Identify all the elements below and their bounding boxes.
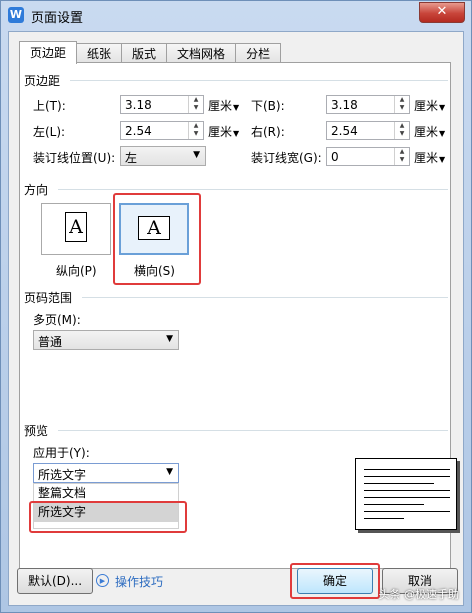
spinner-arrows[interactable]: ▲ ▼ — [188, 122, 203, 139]
right-margin-label: 右(R): — [251, 125, 285, 139]
preview-line — [364, 511, 450, 512]
margins-panel: 页边距 上(T): 3.18 ▲ ▼ 厘米▼ 下(B): 3.18 ▲ ▼ 厘米▼ … — [19, 62, 457, 569]
multi-page-select[interactable]: 普通 ▼ — [33, 330, 179, 350]
tab-paper[interactable]: 纸张 — [76, 43, 123, 64]
dialog-client: 页边距 纸张 版式 文档网格 分栏 页边距 上(T): 3.18 ▲ ▼ 厘米▼ … — [8, 31, 464, 606]
apply-to-label: 应用于(Y): — [33, 446, 90, 460]
top-margin-label: 上(T): — [33, 99, 66, 113]
page-range-section-title: 页码范围 — [24, 291, 73, 305]
preview-line — [364, 490, 450, 491]
left-margin-value: 2.54 — [125, 124, 152, 138]
chevron-down-icon: ▼ — [166, 334, 173, 344]
watermark-text: 头条 @极速手助 — [378, 588, 460, 601]
section-divider — [70, 80, 448, 81]
gutter-width-value: 0 — [331, 150, 339, 164]
tips-link[interactable]: 操作技巧 — [115, 573, 163, 590]
tab-margins[interactable]: 页边距 — [19, 41, 78, 64]
preview-section-title: 预览 — [24, 424, 49, 438]
portrait-page-icon: A — [65, 212, 87, 242]
top-margin-unit[interactable]: 厘米▼ — [208, 97, 239, 114]
right-margin-unit[interactable]: 厘米▼ — [414, 123, 445, 140]
multi-page-label: 多页(M): — [33, 313, 81, 327]
landscape-highlight-box — [113, 193, 201, 285]
gutter-position-select[interactable]: 左 ▼ — [120, 146, 206, 166]
left-margin-label: 左(L): — [33, 125, 66, 139]
bottom-margin-unit[interactable]: 厘米▼ — [414, 97, 445, 114]
preview-thumbnail — [355, 458, 457, 530]
tab-layout[interactable]: 版式 — [121, 43, 168, 64]
spinner-arrows[interactable]: ▲ ▼ — [394, 122, 409, 139]
preview-line — [364, 497, 450, 498]
dialog-title: 页面设置 — [31, 11, 84, 26]
portrait-label[interactable]: 纵向(P) — [56, 262, 97, 279]
chevron-down-icon: ▼ — [166, 467, 173, 477]
bottom-margin-label: 下(B): — [251, 99, 285, 113]
portrait-option[interactable]: A — [41, 203, 111, 255]
bottom-margin-spinner[interactable]: 3.18 ▲ ▼ — [326, 95, 410, 114]
selection-highlight-box — [29, 501, 187, 533]
tab-columns[interactable]: 分栏 — [235, 43, 282, 64]
wps-app-icon: W — [8, 7, 24, 23]
ok-highlight-box — [290, 563, 380, 599]
tab-bar: 页边距 纸张 版式 文档网格 分栏 — [19, 41, 282, 64]
apply-to-value: 所选文字 — [38, 468, 87, 482]
chevron-down-icon: ▼ — [193, 150, 200, 160]
play-icon[interactable]: ▶ — [96, 574, 109, 587]
preview-line — [364, 476, 450, 477]
gutter-position-label: 装订线位置(U): — [33, 151, 116, 165]
top-margin-spinner[interactable]: 3.18 ▲ ▼ — [120, 95, 204, 114]
spinner-arrows[interactable]: ▲ ▼ — [188, 96, 203, 113]
apply-to-select[interactable]: 所选文字 ▼ — [33, 463, 179, 483]
right-margin-spinner[interactable]: 2.54 ▲ ▼ — [326, 121, 410, 140]
spinner-arrows[interactable]: ▲ ▼ — [394, 96, 409, 113]
multi-page-value: 普通 — [38, 335, 63, 349]
close-icon[interactable]: ✕ — [419, 2, 465, 23]
left-margin-spinner[interactable]: 2.54 ▲ ▼ — [120, 121, 204, 140]
gutter-width-label: 装订线宽(G): — [251, 151, 322, 165]
left-margin-unit[interactable]: 厘米▼ — [208, 123, 239, 140]
right-margin-value: 2.54 — [331, 124, 358, 138]
section-divider — [58, 430, 448, 431]
gutter-position-value: 左 — [125, 151, 138, 165]
tab-doc-grid[interactable]: 文档网格 — [166, 43, 237, 64]
preview-line — [364, 469, 450, 470]
section-divider — [58, 189, 448, 190]
gutter-width-spinner[interactable]: 0 ▲ ▼ — [326, 147, 410, 166]
orientation-section-title: 方向 — [24, 183, 49, 197]
margins-section-title: 页边距 — [24, 74, 61, 88]
page-setup-dialog: W 页面设置 ✕ 页边距 纸张 版式 文档网格 分栏 页边距 上(T): 3.1… — [0, 0, 472, 613]
section-divider — [82, 297, 448, 298]
preview-line — [364, 518, 404, 519]
preview-line — [364, 504, 424, 505]
spinner-arrows[interactable]: ▲ ▼ — [394, 148, 409, 165]
bottom-margin-value: 3.18 — [331, 98, 358, 112]
preview-line — [364, 483, 434, 484]
default-button[interactable]: 默认(D)... — [17, 568, 93, 594]
top-margin-value: 3.18 — [125, 98, 152, 112]
gutter-width-unit[interactable]: 厘米▼ — [414, 149, 445, 166]
